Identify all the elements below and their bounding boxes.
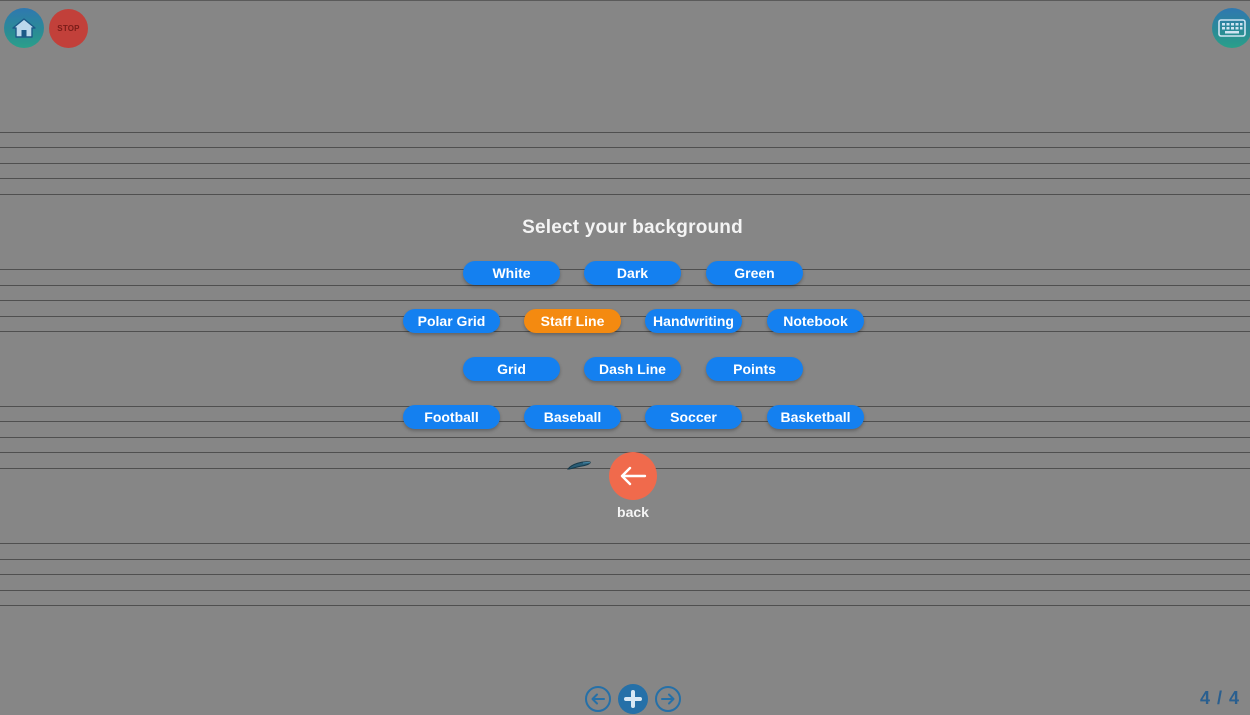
bg-option-grid[interactable]: Grid	[463, 357, 560, 381]
stop-button[interactable]: STOP	[49, 9, 88, 48]
keyboard-button[interactable]	[1212, 8, 1250, 48]
bg-option-football[interactable]: Football	[403, 405, 500, 429]
bg-option-notebook[interactable]: Notebook	[767, 309, 864, 333]
back-button[interactable]	[609, 452, 657, 500]
pen-cursor-icon	[566, 461, 591, 470]
bg-option-basketball[interactable]: Basketball	[767, 405, 864, 429]
bg-option-green[interactable]: Green	[706, 261, 803, 285]
bg-option-dark[interactable]: Dark	[584, 261, 681, 285]
back-label: back	[617, 504, 649, 520]
bg-option-soccer[interactable]: Soccer	[645, 405, 742, 429]
arrow-right-icon	[661, 693, 675, 705]
keyboard-icon	[1218, 19, 1246, 37]
next-page-button[interactable]	[655, 686, 681, 712]
add-page-button[interactable]	[618, 684, 648, 714]
bg-option-dash-line[interactable]: Dash Line	[584, 357, 681, 381]
home-button[interactable]	[4, 8, 44, 48]
home-icon	[12, 18, 36, 38]
prev-page-button[interactable]	[585, 686, 611, 712]
bg-option-handwriting[interactable]: Handwriting	[645, 309, 742, 333]
bg-option-white[interactable]: White	[463, 261, 560, 285]
page-counter: 4 / 4	[1199, 688, 1240, 708]
plus-icon	[624, 690, 642, 708]
bg-option-points[interactable]: Points	[706, 357, 803, 381]
arrow-left-icon	[591, 693, 605, 705]
arrow-left-icon	[620, 466, 647, 486]
bg-option-staff-line[interactable]: Staff Line	[524, 309, 621, 333]
stop-label: STOP	[57, 24, 80, 33]
bg-option-baseball[interactable]: Baseball	[524, 405, 621, 429]
top-border	[0, 0, 1250, 1]
dialog-title: Select your background	[522, 217, 743, 238]
bg-option-polar-grid[interactable]: Polar Grid	[403, 309, 500, 333]
